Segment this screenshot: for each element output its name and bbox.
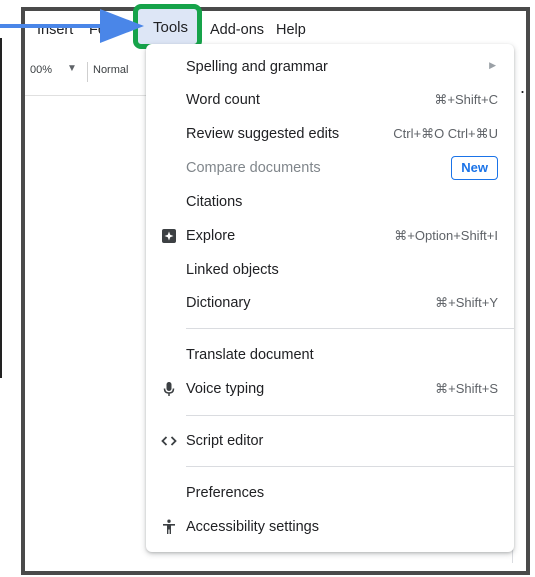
menu-item-accessibility-settings[interactable]: Accessibility settings [146, 512, 514, 542]
menu-item-translate-document[interactable]: Translate document [146, 340, 514, 370]
toolbar-underline [25, 95, 149, 96]
menu-separator [186, 415, 514, 416]
menu-item-label: Review suggested edits [186, 126, 340, 142]
menu-item-label: Compare documents [186, 160, 321, 176]
menu-help[interactable]: Help [276, 21, 306, 39]
menu-item-label: Accessibility settings [186, 519, 319, 535]
menu-separator [186, 328, 514, 329]
menu-item-label: Preferences [186, 485, 265, 501]
submenu-arrow-icon: ▶ [489, 60, 496, 70]
menu-item-label: Dictionary [186, 295, 251, 311]
toolbar: 00% ▼ Normal [25, 55, 149, 89]
menu-item-spelling-and-grammar[interactable]: Spelling and grammar ▶ [146, 52, 514, 82]
menu-item-word-count[interactable]: Word count ⌘+Shift+C [146, 85, 514, 115]
menu-item-preferences[interactable]: Preferences [146, 478, 514, 508]
explore-icon [162, 229, 176, 243]
chevron-down-icon[interactable]: ▼ [67, 63, 77, 74]
menu-item-explore[interactable]: Explore ⌘+Option+Shift+I [146, 221, 514, 251]
menu-item-label: Spelling and grammar [186, 59, 328, 75]
menu-item-label: Voice typing [186, 381, 265, 397]
overflow-dot: . [520, 77, 526, 97]
pointer-arrow [0, 9, 144, 43]
menu-item-dictionary[interactable]: Dictionary ⌘+Shift+Y [146, 288, 514, 318]
menu-item-label: Word count [186, 92, 260, 108]
new-badge: New [451, 156, 498, 180]
menu-item-linked-objects[interactable]: Linked objects [146, 255, 514, 285]
toolbar-divider [87, 62, 88, 82]
accessibility-icon [163, 519, 175, 534]
menu-item-voice-typing[interactable]: Voice typing ⌘+Shift+S [146, 374, 514, 404]
menu-item-shortcut: ⌘+Shift+Y [435, 295, 498, 310]
menu-item-label: Citations [186, 194, 243, 210]
zoom-select[interactable]: 00% [30, 64, 52, 76]
left-edge-rule [0, 38, 2, 378]
menu-item-label: Explore [186, 228, 236, 244]
menu-item-citations[interactable]: Citations [146, 187, 514, 217]
menu-add-ons[interactable]: Add-ons [210, 21, 264, 39]
menu-item-compare-documents: Compare documents New [146, 153, 514, 183]
menu-item-script-editor[interactable]: Script editor [146, 426, 514, 456]
menu-item-review-suggested-edits[interactable]: Review suggested edits Ctrl+⌘O Ctrl+⌘U [146, 119, 514, 149]
menu-separator [186, 466, 514, 467]
tools-dropdown-menu: Spelling and grammar ▶ Word count ⌘+Shif… [146, 44, 514, 552]
arrow-head [100, 9, 144, 43]
menu-item-shortcut: ⌘+Option+Shift+I [394, 228, 498, 243]
menu-item-shortcut: ⌘+Shift+S [435, 381, 498, 396]
microphone-icon [163, 382, 175, 396]
menu-item-shortcut: ⌘+Shift+C [434, 92, 498, 107]
menu-item-shortcut: Ctrl+⌘O Ctrl+⌘U [393, 126, 498, 141]
menu-item-label: Linked objects [186, 262, 279, 278]
code-icon [161, 436, 177, 446]
menu-item-label: Translate document [186, 347, 314, 363]
paragraph-style-select[interactable]: Normal [93, 64, 128, 76]
menu-item-label: Script editor [186, 433, 264, 449]
